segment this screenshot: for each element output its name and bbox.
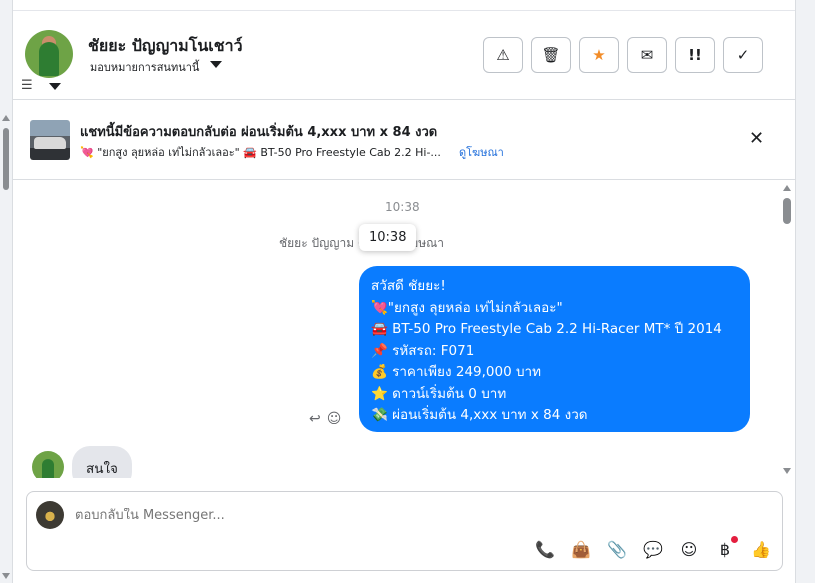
contact-name[interactable]: ชัยยะ ปัญญามโนเชาว์ [88,34,243,59]
conversation-header: ☰ ชัยยะ ปัญญามโนเชาว์ มอบหมายการสนทนานี้… [13,11,795,100]
thread-scrollbar[interactable] [781,181,793,478]
filter-dropdown[interactable]: ☰ [21,77,65,95]
baht-payment-icon[interactable]: ฿ [714,536,738,560]
header-actions: ⚠ 🗑 ★ ✉ !! ✓ [483,37,763,73]
assign-conversation-label[interactable]: มอบหมายการสนทนานี้ [90,58,199,76]
assign-chevron-down-icon[interactable] [210,61,222,68]
left-panel-scrollbar[interactable] [0,0,13,583]
message-line: 💘"ยกสูง ลุยหล่อ เท่ไม่กลัวเลอะ" [371,299,563,316]
conversation-panel: ☰ ชัยยะ ปัญญามโนเชาว์ มอบหมายการสนทนานี้… [13,0,795,583]
car-image [34,137,66,149]
warning-icon: ⚠ [496,46,510,64]
report-spam-button[interactable]: ⚠ [483,37,523,73]
incoming-message-bubble[interactable]: สนใจ [72,446,132,478]
star-button[interactable]: ★ [579,37,619,73]
chevron-down-icon [49,83,61,90]
emoji-icon[interactable]: ☺ [678,538,700,560]
message-line: 💸 ผ่อนเริ่มต้น 4,xxx บาท x 84 งวด [371,407,588,423]
trash-icon: 🗑 [541,46,561,64]
scroll-down-arrow[interactable] [2,573,10,579]
message-actions: ↩ ☺ [309,411,341,427]
outgoing-message-bubble[interactable]: สวัสดี ชัยยะ! 💘"ยกสูง ลุยหล่อ เท่ไม่กลัว… [359,266,750,432]
saved-replies-icon[interactable]: 💬 [642,538,664,560]
composer-toolbar: 📞 👜 📎 💬 ☺ ฿ 👍 [534,536,772,560]
contact-avatar[interactable] [25,30,73,78]
call-icon[interactable]: 📞 [534,538,556,560]
message-composer: 📞 👜 📎 💬 ☺ ฿ 👍 [26,491,783,571]
message-thread[interactable]: 10:38 ชัยยะ ปัญญาม ตอบกลับโฆษณา 10:38 สว… [13,181,795,478]
follow-up-icon: !! [688,46,702,64]
check-icon: ✓ [736,46,750,64]
ad-title: แชทนี้มีข้อความตอบกลับต่อ ผ่อนเริ่มต้น 4… [80,125,438,140]
ad-context-banner: แชทนี้มีข้อความตอบกลับต่อ ผ่อนเริ่มต้น 4… [13,100,795,180]
thumbs-up-icon[interactable]: 👍 [750,538,772,560]
page-avatar [36,501,64,529]
time-tooltip: 10:38 [359,224,417,251]
message-timestamp: 10:38 [385,200,420,214]
ad-subtitle: 💘 "ยกสูง ลุยหล่อ เท่ไม่กลัวเลอะ" 🚘 BT-50… [80,146,441,159]
scroll-thumb[interactable] [3,128,9,190]
avatar-figure [42,459,54,478]
reply-icon[interactable]: ↩ [309,411,321,427]
ad-thumbnail[interactable] [30,120,70,160]
filter-sliders-icon: ☰ [21,78,33,93]
scroll-down-arrow[interactable] [783,468,791,474]
message-line: 💰 ราคาเพียง 249,000 บาท [371,364,542,380]
message-line: 📌 รหัสรถ: F071 [371,342,475,359]
mark-done-button[interactable]: ✓ [723,37,763,73]
mark-unread-button[interactable]: ✉ [627,37,667,73]
close-icon[interactable]: ✕ [749,129,764,149]
envelope-icon: ✉ [640,46,654,64]
scroll-up-arrow[interactable] [783,185,791,191]
right-panel-edge [795,0,815,583]
follow-up-button[interactable]: !! [675,37,715,73]
avatar-figure [39,42,59,76]
reply-input[interactable] [75,508,675,523]
scroll-thumb[interactable] [783,198,791,224]
delete-button[interactable]: 🗑 [531,37,571,73]
message-line: สวัสดี ชัยยะ! [371,278,446,294]
view-ad-link[interactable]: ดูโฆษณา [459,143,504,161]
star-icon: ★ [592,46,606,64]
paperclip-icon[interactable]: 📎 [606,538,628,560]
notification-dot [731,536,738,543]
message-line: ⭐ ดาวน์เริ่มต้น 0 บาท [371,385,507,402]
scroll-up-arrow[interactable] [2,115,10,121]
shopping-bag-icon[interactable]: 👜 [570,538,592,560]
baht-glyph: ฿ [719,539,731,559]
message-line: 🚘 BT-50 Pro Freestyle Cab 2.2 Hi-Racer M… [371,321,722,337]
sender-avatar [32,451,64,478]
react-emoji-icon[interactable]: ☺ [327,411,342,427]
